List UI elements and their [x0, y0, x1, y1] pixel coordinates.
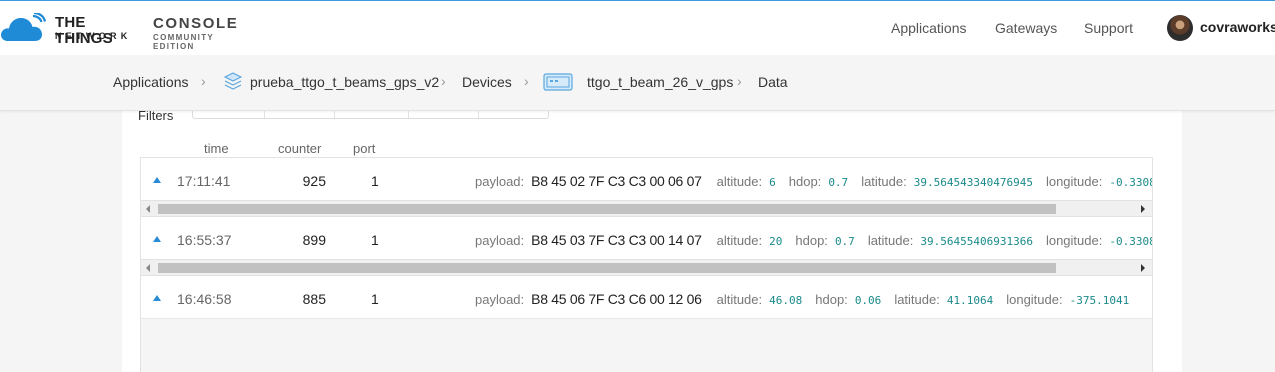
latitude-label: latitude:: [867, 233, 914, 248]
breadcrumb-separator: ›: [737, 73, 742, 89]
latitude-value: 39.56455406931366: [920, 235, 1033, 248]
longitude-value: -0.3308: [1109, 235, 1152, 248]
hdop-label: hdop:: [795, 233, 828, 248]
scrollbar-thumb[interactable]: [158, 204, 1056, 214]
hdop-label: hdop:: [815, 292, 848, 307]
altitude-value: 6: [769, 176, 776, 189]
username[interactable]: covraworks: [1200, 19, 1275, 35]
payload-value: B8 45 06 7F C3 C6 00 12 06: [531, 291, 702, 307]
longitude-value: -375.1041: [1069, 294, 1130, 307]
product-name: CONSOLE: [153, 15, 239, 32]
message-counter: 899: [302, 232, 326, 248]
hdop-value: 0.06: [854, 294, 882, 307]
hdop-value: 0.7: [828, 176, 849, 189]
longitude-value: -0.3308: [1109, 176, 1152, 189]
breadcrumb-separator: ›: [524, 73, 529, 89]
table-row[interactable]: 17:11:41 925 1 payload: B8 45 02 7F C3 C3…: [141, 158, 1152, 203]
scrollbar-thumb[interactable]: [158, 263, 1056, 273]
breadcrumb-separator: ›: [201, 73, 206, 89]
uplink-arrow-icon: [153, 177, 161, 183]
scroll-right-icon[interactable]: [1141, 205, 1145, 213]
altitude-value: 20: [769, 235, 783, 248]
payload-value: B8 45 02 7F C3 C3 00 06 07: [531, 173, 702, 189]
breadcrumb-applications[interactable]: Applications: [113, 74, 189, 90]
breadcrumb-separator: ›: [441, 73, 446, 89]
column-header-port: port: [353, 141, 376, 156]
latitude-value: 39.564543340476945: [913, 176, 1033, 189]
avatar[interactable]: [1167, 15, 1193, 41]
longitude-label: longitude:: [1045, 174, 1103, 189]
message-time: 16:46:58: [177, 291, 232, 307]
latitude-value: 41.1064: [946, 294, 994, 307]
breadcrumb-data: Data: [758, 74, 788, 90]
breadcrumb-device[interactable]: ttgo_t_beam_26_v_gps: [587, 74, 733, 90]
column-header-time: time: [204, 141, 229, 156]
altitude-value: 46.08: [769, 294, 803, 307]
altitude-label: altitude:: [716, 292, 763, 307]
cloud-logo-icon: [1, 13, 46, 41]
message-counter: 885: [302, 291, 326, 307]
scroll-right-icon[interactable]: [1141, 264, 1145, 272]
hdop-label: hdop:: [788, 174, 822, 189]
longitude-label: longitude:: [1006, 292, 1063, 307]
message-fields: payload: B8 45 06 7F C3 C6 00 12 06 altitu…: [475, 291, 1142, 307]
breadcrumb-devices[interactable]: Devices: [462, 74, 512, 90]
product-edition: COMMUNITY EDITION: [153, 33, 214, 51]
message-time: 16:55:37: [177, 232, 232, 248]
nav-gateways[interactable]: Gateways: [995, 20, 1057, 36]
message-time: 17:11:41: [177, 173, 231, 189]
hdop-value: 0.7: [834, 235, 855, 248]
altitude-label: altitude:: [716, 174, 763, 189]
uplink-arrow-icon: [153, 236, 161, 242]
message-port: 1: [371, 173, 379, 189]
latitude-label: latitude:: [894, 292, 940, 307]
payload-label: payload:: [475, 233, 525, 248]
breadcrumb-application[interactable]: prueba_ttgo_t_beams_gps_v2: [250, 74, 439, 90]
top-header: THE THINGS NETWORK CONSOLE COMMUNITY EDI…: [0, 0, 1275, 55]
message-fields: payload: B8 45 02 7F C3 C3 00 06 07 altitu…: [475, 173, 1152, 189]
breadcrumb: Applications › prueba_ttgo_t_beams_gps_v…: [0, 55, 1275, 111]
nav-support[interactable]: Support: [1084, 20, 1133, 36]
nav-applications[interactable]: Applications: [891, 20, 967, 36]
payload-value: B8 45 03 7F C3 C3 00 14 07: [531, 232, 702, 248]
scroll-left-icon[interactable]: [146, 264, 150, 272]
uplink-arrow-icon: [153, 295, 161, 301]
latitude-label: latitude:: [861, 174, 907, 189]
payload-label: payload:: [475, 174, 525, 189]
uplink-messages-table: 17:11:41 925 1 payload: B8 45 02 7F C3 C3…: [140, 157, 1153, 372]
longitude-label: longitude:: [1045, 233, 1103, 248]
column-header-counter: counter: [278, 141, 322, 156]
message-port: 1: [371, 232, 379, 248]
altitude-label: altitude:: [716, 233, 763, 248]
table-row[interactable]: 16:46:58 885 1 payload: B8 45 06 7F C3 C6…: [141, 276, 1152, 319]
message-port: 1: [371, 291, 379, 307]
device-icon: [543, 73, 573, 91]
layers-icon: [224, 72, 242, 90]
scroll-left-icon[interactable]: [146, 205, 150, 213]
message-fields: payload: B8 45 03 7F C3 C3 00 14 07 altitu…: [475, 232, 1152, 248]
horizontal-scrollbar[interactable]: [141, 259, 1152, 276]
brand-network: NETWORK: [55, 31, 132, 41]
table-row[interactable]: 16:55:37 899 1 payload: B8 45 03 7F C3 C3…: [141, 217, 1152, 262]
message-counter: 925: [302, 173, 326, 189]
payload-label: payload:: [475, 292, 525, 307]
horizontal-scrollbar[interactable]: [141, 200, 1152, 217]
